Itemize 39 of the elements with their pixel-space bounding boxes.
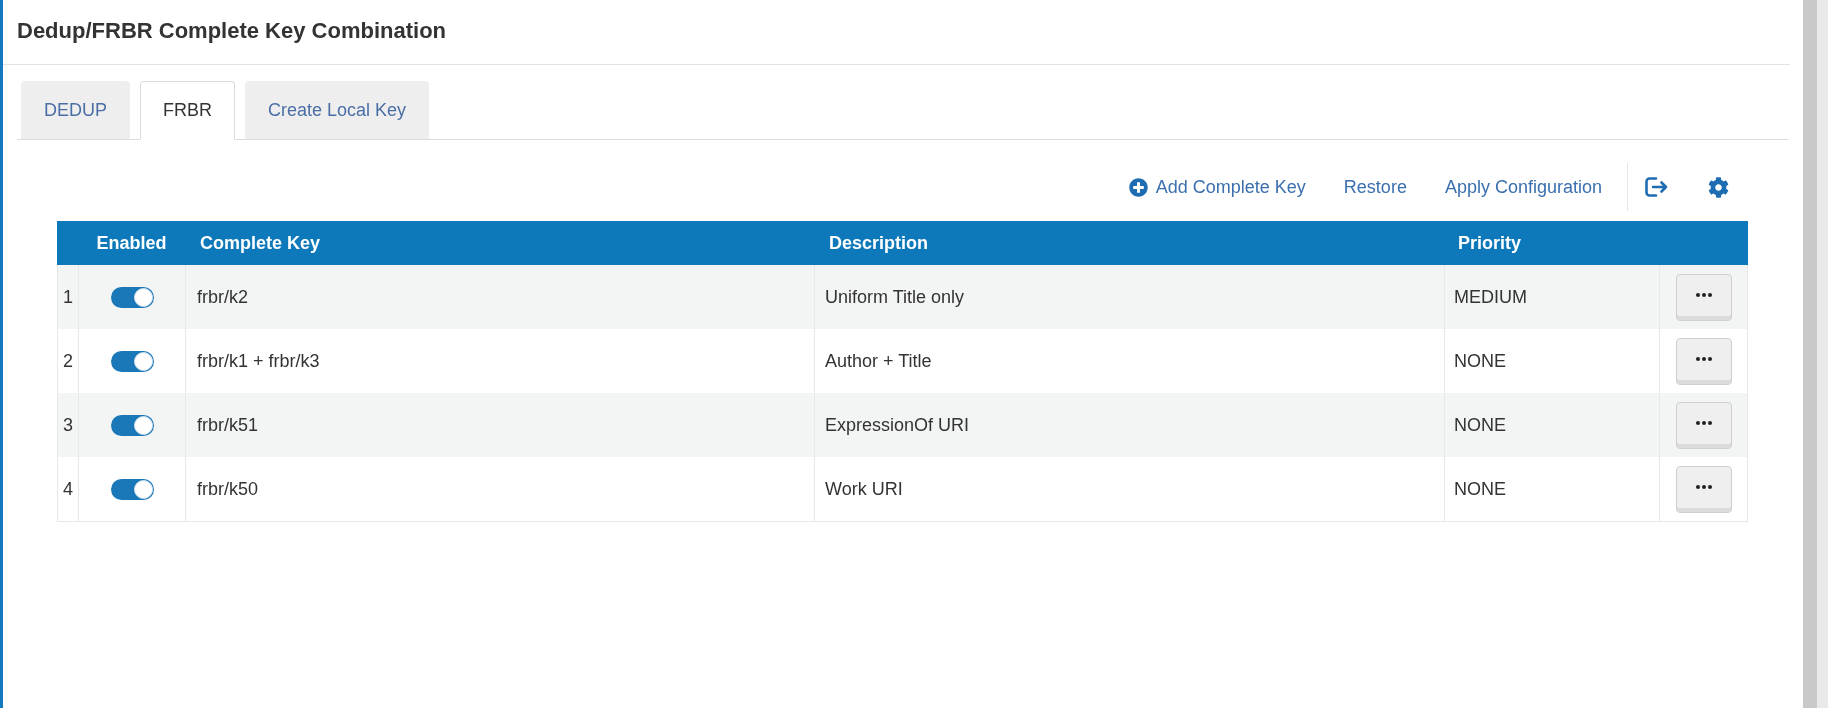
add-complete-key-button[interactable]: Add Complete Key xyxy=(1128,175,1306,199)
table-cell-text: frbr/k2 xyxy=(197,285,248,309)
table-cell-text: MEDIUM xyxy=(1454,285,1527,309)
row-number: 4 xyxy=(63,477,73,501)
ellipsis-icon xyxy=(1695,293,1712,297)
table-cell-text: Uniform Title only xyxy=(825,285,965,309)
page-title: Dedup/FRBR Complete Key Combination xyxy=(17,17,446,45)
tab[interactable]: Create Local Key xyxy=(245,81,430,139)
table-cell-text: ExpressionOf URI xyxy=(825,413,970,437)
toggle-switch[interactable] xyxy=(110,414,154,436)
ellipsis-icon xyxy=(1695,357,1712,361)
ellipsis-icon xyxy=(1695,485,1712,489)
column-header: Enabled xyxy=(96,231,167,255)
tab[interactable]: FRBR xyxy=(140,81,235,140)
column-header: Priority xyxy=(1458,232,1522,253)
table-cell-text: frbr/k51 xyxy=(197,413,259,437)
settings-icon[interactable] xyxy=(1708,176,1729,198)
toggle-switch[interactable] xyxy=(110,478,154,500)
toolbar-link[interactable]: Restore xyxy=(1343,175,1407,199)
column-header: Complete Key xyxy=(200,232,321,253)
row-number: 2 xyxy=(63,349,73,373)
column-header: Description xyxy=(829,232,929,253)
scrollbar-thumb[interactable] xyxy=(1803,0,1817,708)
table-cell-text: NONE xyxy=(1454,413,1506,437)
tab[interactable]: DEDUP xyxy=(21,81,130,139)
toggle-switch[interactable] xyxy=(110,286,154,308)
table-cell-text: Work URI xyxy=(825,477,903,501)
scrollbar-track[interactable] xyxy=(1803,0,1828,708)
table-cell-text: frbr/k50 xyxy=(197,477,259,501)
row-number: 3 xyxy=(63,413,73,437)
table-cell-text: Author + Title xyxy=(825,349,932,373)
table-cell-text: NONE xyxy=(1454,349,1506,373)
toggle-switch[interactable] xyxy=(110,350,154,372)
table-cell-text: frbr/k1 + frbr/k3 xyxy=(197,349,320,373)
toolbar-link[interactable]: Apply Configuration xyxy=(1444,175,1602,199)
table-cell-text: NONE xyxy=(1454,477,1506,501)
export-icon[interactable] xyxy=(1645,177,1668,197)
ellipsis-icon xyxy=(1695,421,1712,425)
row-number: 1 xyxy=(63,285,73,309)
